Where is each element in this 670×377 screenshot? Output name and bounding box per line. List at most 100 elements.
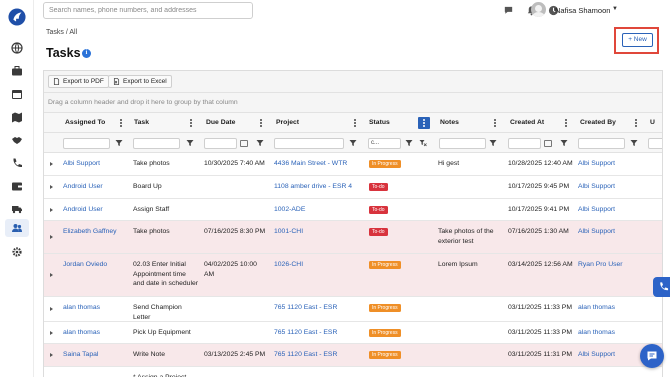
calendar-icon[interactable] [11,88,23,100]
filter-task-input[interactable] [133,138,180,149]
export-pdf-button[interactable]: Export to PDF [48,75,109,88]
cell-created-by[interactable]: Albi Support [578,227,642,237]
cell-assigned-to[interactable]: Elizabeth Gaffney [63,227,125,237]
calendar-icon[interactable] [544,140,552,147]
cell-created-by[interactable]: Ryan Pro User [578,260,642,270]
user-name[interactable]: Nafisa Shamoon [555,6,610,15]
cell-created-by[interactable]: Albi Support [578,205,642,215]
column-menu-icon[interactable] [120,119,123,128]
table-row[interactable]: Android User Assign Staff 1002-ADE 10/17/20… [44,199,662,221]
info-icon[interactable]: i [82,49,91,58]
cell-assigned-to[interactable]: Saina Tapal [63,350,125,360]
expand-row-icon[interactable] [50,207,53,212]
filter-icon[interactable] [405,139,413,147]
cell-project[interactable]: 1002-ADE [274,205,360,215]
clear-filter-icon[interactable] [419,139,427,147]
cell-created-by[interactable]: alan thomas [578,328,642,338]
filter-icon[interactable] [560,139,568,147]
cell-project[interactable]: 1026-CHI [274,260,360,270]
header-created-at[interactable]: Created At [510,113,544,133]
cell-assigned-to[interactable]: alan thomas [63,303,125,313]
header-due-date[interactable]: Due Date [206,113,235,133]
table-row[interactable]: * Assign a Project [44,367,662,377]
header-status[interactable]: Status [369,113,390,133]
expand-row-icon[interactable] [50,330,53,335]
export-excel-button[interactable]: Export to Excel [108,75,172,88]
filter-icon[interactable] [186,139,194,147]
filter-created-at-input[interactable] [508,138,541,149]
column-menu-icon[interactable] [354,119,357,128]
cell-assigned-to[interactable]: Albi Support [63,159,125,169]
globe-icon[interactable] [11,42,23,54]
phone-fab-button[interactable] [653,277,670,297]
filter-icon[interactable] [115,139,123,147]
cell-created-by[interactable]: Albi Support [578,182,642,192]
header-notes[interactable]: Notes [440,113,459,133]
expand-row-icon[interactable] [50,162,53,166]
table-row[interactable]: Elizabeth Gaffney Take photos 07/16/2025 8… [44,221,662,254]
cell-assigned-to[interactable]: alan thomas [63,328,125,338]
expand-row-icon[interactable] [50,235,53,239]
briefcase-icon[interactable] [11,65,23,77]
group-by-panel[interactable]: Drag a column header and drop it here to… [44,93,662,113]
header-assigned-to[interactable]: Assigned To [65,113,105,133]
filter-created-by-input[interactable] [578,138,625,149]
header-task[interactable]: Task [134,113,149,133]
phone-icon[interactable] [11,157,23,169]
cell-project[interactable]: 765 1120 East - ESR [274,303,360,313]
table-row[interactable]: Jordan Oviedo 02.03 Enter Initial Appoint… [44,254,662,297]
column-menu-icon[interactable] [260,119,263,128]
table-row[interactable]: Albi Support Take photos 10/30/2025 7:40 A… [44,153,662,176]
filter-project-input[interactable] [274,138,344,149]
cell-assigned-to[interactable]: Jordan Oviedo [63,260,125,270]
table-row[interactable]: Android User Board Up 1108 amber drive - E… [44,176,662,199]
filter-assigned-to-input[interactable] [63,138,110,149]
chat-fab-button[interactable] [640,344,664,368]
expand-row-icon[interactable] [50,273,53,277]
map-icon[interactable] [11,111,23,123]
column-menu-icon[interactable] [190,119,193,128]
filter-icon[interactable] [489,139,497,147]
users-icon[interactable] [5,219,29,237]
wallet-icon[interactable] [11,180,23,192]
truck-icon[interactable] [11,203,23,215]
cell-created-by[interactable]: Albi Support [578,350,642,360]
avatar[interactable] [531,2,546,17]
cell-assigned-to[interactable]: Android User [63,182,125,192]
expand-row-icon[interactable] [50,307,53,311]
filter-updated-input[interactable] [648,138,662,149]
column-menu-icon[interactable] [635,119,638,128]
expand-row-icon[interactable] [50,353,53,357]
table-row[interactable]: alan thomas Pick Up Equipment 765 1120 Eas… [44,322,662,344]
expand-row-icon[interactable] [50,185,53,189]
calendar-icon[interactable] [240,140,248,147]
search-input[interactable] [43,2,253,19]
filter-status-input[interactable]: c... [368,138,401,149]
filter-icon[interactable] [630,139,638,147]
header-created-by[interactable]: Created By [580,113,616,133]
company-logo-icon[interactable] [8,8,26,26]
cell-project[interactable]: 1001-CHI [274,227,360,237]
cell-project[interactable]: 765 1120 East - ESR [274,350,360,360]
cell-project[interactable]: 1108 amber drive - ESR 4 [274,182,360,192]
column-menu-icon-active[interactable] [418,117,430,129]
header-project[interactable]: Project [276,113,299,133]
handshake-icon[interactable] [11,134,23,146]
cell-project[interactable]: 765 1120 East - ESR [274,328,360,338]
chat-icon[interactable] [503,5,514,16]
cell-created-by[interactable]: Albi Support [578,159,642,169]
filter-due-date-input[interactable] [204,138,237,149]
header-updated[interactable]: U [650,113,655,133]
column-menu-icon[interactable] [494,119,497,128]
cell-assigned-to[interactable]: Android User [63,205,125,215]
column-menu-icon[interactable] [565,119,568,128]
filter-icon[interactable] [349,139,357,147]
new-task-button[interactable]: + New [622,33,653,47]
cell-created-by[interactable]: alan thomas [578,303,642,313]
table-row[interactable]: alan thomas Send Champion Letter 765 1120 … [44,297,662,322]
filter-notes-input[interactable] [439,138,486,149]
filter-icon[interactable] [256,139,264,147]
gear-icon[interactable] [11,246,23,258]
table-row[interactable]: Saina Tapal Write Note 03/13/2025 2:45 PM 7… [44,344,662,367]
cell-project[interactable]: 4436 Main Street - WTR [274,159,360,169]
